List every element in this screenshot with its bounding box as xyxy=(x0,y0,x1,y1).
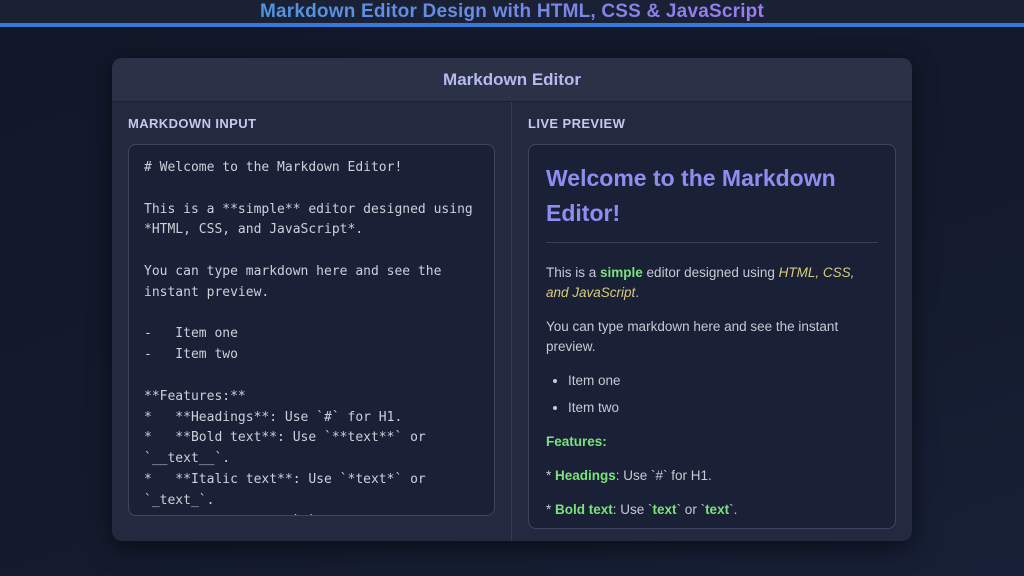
markdown-input-label: MARKDOWN INPUT xyxy=(128,116,495,131)
preview-paragraph: * Bold text: Use `text` or `text`. xyxy=(546,500,878,520)
markdown-input-textarea[interactable] xyxy=(128,144,495,516)
preview-text-segment: text xyxy=(653,502,677,517)
live-preview-box: Welcome to the Markdown Editor! This is … xyxy=(528,144,896,529)
preview-list-item: Item two xyxy=(568,398,878,418)
preview-text-segment: ` or ` xyxy=(677,502,706,517)
markdown-editor-card: Markdown Editor MARKDOWN INPUT LIVE PREV… xyxy=(112,58,912,541)
preview-content: This is a simple editor designed using H… xyxy=(546,263,878,529)
app-header: Markdown Editor Design with HTML, CSS & … xyxy=(0,0,1024,27)
preview-paragraph: Features: xyxy=(546,432,878,452)
preview-text-segment: Headings xyxy=(555,468,616,483)
preview-text-segment: Bold text xyxy=(555,502,613,517)
preview-paragraph: * Headings: Use `#` for H1. xyxy=(546,466,878,486)
preview-text-segment: editor designed using xyxy=(643,265,779,280)
card-header: Markdown Editor xyxy=(112,58,912,102)
preview-text-segment: * xyxy=(546,468,555,483)
preview-heading: Welcome to the Markdown Editor! xyxy=(546,161,878,243)
preview-paragraph: You can type markdown here and see the i… xyxy=(546,317,878,357)
markdown-input-panel: MARKDOWN INPUT xyxy=(112,102,512,541)
preview-list: Item one Item two xyxy=(546,371,878,418)
live-preview-label: LIVE PREVIEW xyxy=(528,116,896,131)
preview-text-segment: You can type markdown here and see the i… xyxy=(546,319,838,354)
card-title: Markdown Editor xyxy=(443,70,581,90)
preview-list-item: Item one xyxy=(568,371,878,391)
preview-text-segment: : Use ` xyxy=(613,502,653,517)
app-title: Markdown Editor Design with HTML, CSS & … xyxy=(260,1,764,23)
preview-text-segment: `. xyxy=(729,502,737,517)
preview-paragraph: This is a simple editor designed using H… xyxy=(546,263,878,303)
preview-text-segment: : Use `#` for H1. xyxy=(616,468,712,483)
preview-text-segment: Features: xyxy=(546,434,607,449)
card-body: MARKDOWN INPUT LIVE PREVIEW Welcome to t… xyxy=(112,102,912,541)
preview-text-segment: text xyxy=(705,502,729,517)
preview-text-segment: This is a xyxy=(546,265,600,280)
live-preview-panel: LIVE PREVIEW Welcome to the Markdown Edi… xyxy=(512,102,912,541)
preview-text-segment: simple xyxy=(600,265,643,280)
preview-text-segment: . xyxy=(635,285,639,300)
preview-text-segment: * xyxy=(546,502,555,517)
